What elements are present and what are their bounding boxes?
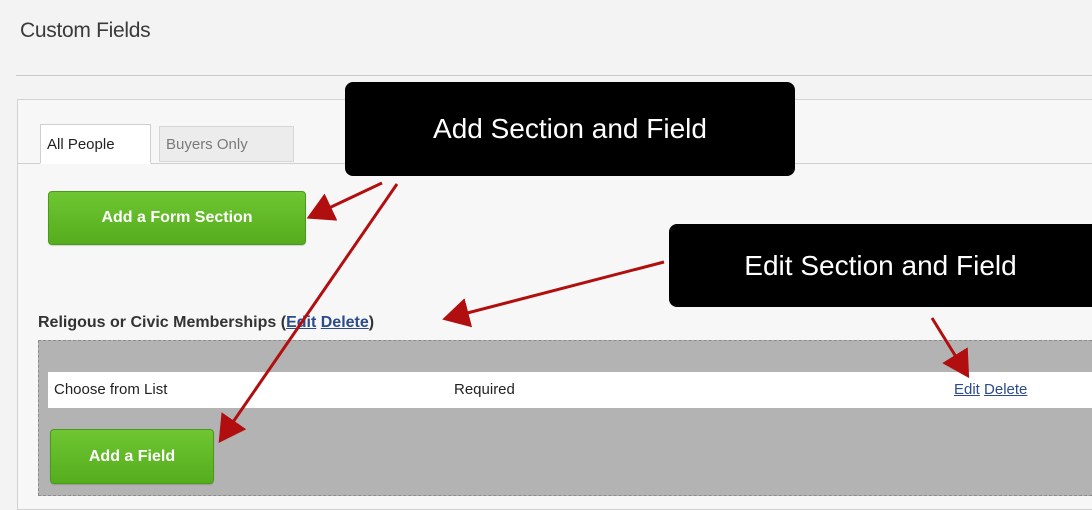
section-delete-link[interactable]: Delete <box>321 314 369 331</box>
callout-add-section-field: Add Section and Field <box>345 82 795 176</box>
section-name: Religous or Civic Memberships <box>38 314 277 331</box>
field-required: Required <box>454 381 515 398</box>
add-field-button[interactable]: Add a Field <box>50 429 214 484</box>
section-heading: Religous or Civic Memberships (Edit Dele… <box>38 314 374 332</box>
field-actions: Edit Delete <box>954 372 1027 408</box>
callout-edit-section-field: Edit Section and Field <box>669 224 1092 307</box>
section-close-paren: ) <box>368 314 375 331</box>
field-delete-link[interactable]: Delete <box>984 381 1027 398</box>
field-row: Choose from List Required Edit Delete <box>48 372 1092 408</box>
field-type: Choose from List <box>54 381 168 398</box>
field-edit-link[interactable]: Edit <box>954 381 980 398</box>
tab-buyers-only[interactable]: Buyers Only <box>159 126 294 162</box>
title-divider <box>16 75 1092 76</box>
add-form-section-button[interactable]: Add a Form Section <box>48 191 306 245</box>
section-edit-link[interactable]: Edit <box>286 314 316 331</box>
tab-all-people[interactable]: All People <box>40 124 151 164</box>
page-title: Custom Fields <box>20 19 151 42</box>
